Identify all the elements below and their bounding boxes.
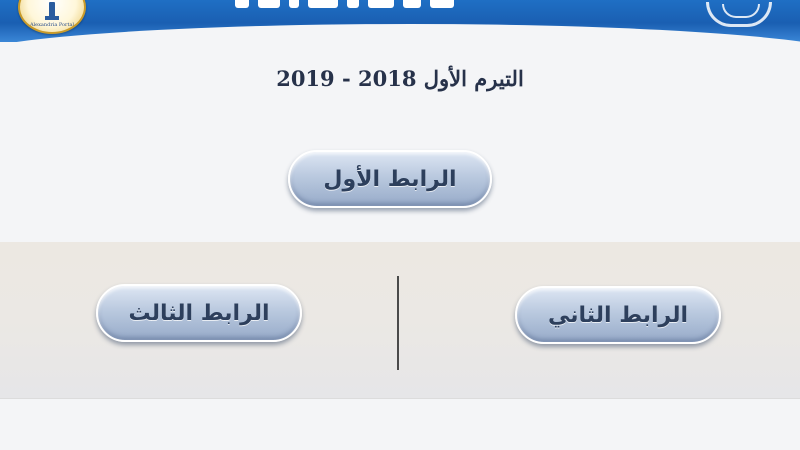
header-banner <box>0 0 800 42</box>
lighthouse-icon <box>45 2 59 20</box>
first-link-button[interactable]: الرابط الأول <box>288 150 492 208</box>
bottom-divider <box>0 398 800 399</box>
page-title: التيرم الأول 2018 - 2019 <box>276 66 524 91</box>
second-link-button[interactable]: الرابط الثاني <box>515 286 721 344</box>
header-swoosh <box>0 24 800 42</box>
vertical-divider <box>397 276 399 370</box>
page: Alexandria Portal التيرم الأول 2018 - 20… <box>0 0 800 450</box>
third-link-button[interactable]: الرابط الثالث <box>96 284 302 342</box>
header-title-glyphs <box>235 0 475 12</box>
logo-caption: Alexandria Portal <box>29 22 75 28</box>
